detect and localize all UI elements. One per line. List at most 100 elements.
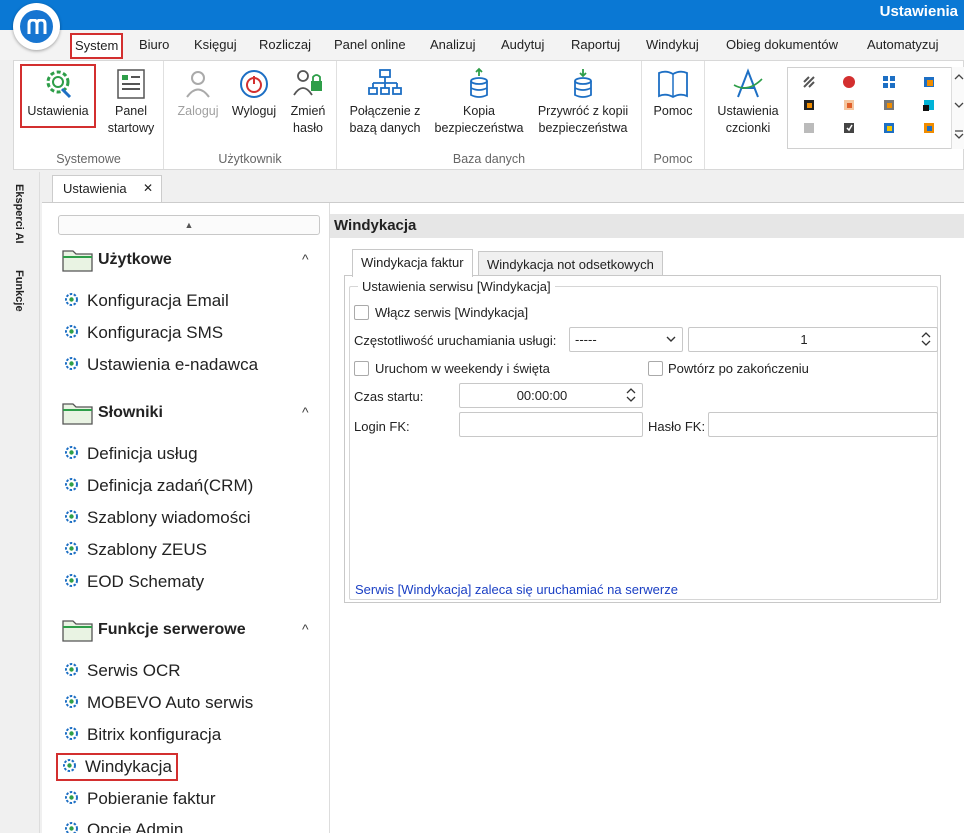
panel-title: Windykacja bbox=[330, 214, 964, 238]
nav-item-definicja-zadan[interactable]: Definicja zadań(CRM) bbox=[64, 476, 253, 496]
menu-tab-windykuj[interactable]: Windykuj bbox=[646, 37, 699, 52]
app-cyan-black-icon[interactable] bbox=[922, 98, 936, 112]
windykacja-panel: Windykacja Windykacja faktur Windykacja … bbox=[330, 203, 964, 833]
tools-icon[interactable] bbox=[802, 75, 816, 89]
nav-item-definicja-uslug[interactable]: Definicja usług bbox=[64, 444, 198, 464]
start-time-label: Czas startu: bbox=[354, 389, 424, 404]
nav-item-label: MOBEVO Auto serwis bbox=[87, 693, 254, 712]
nav-item-label: EOD Schematy bbox=[87, 572, 205, 591]
menu-tab-rozliczaj[interactable]: Rozliczaj bbox=[259, 37, 311, 52]
ribbon: Ustawienia Panel startowy Systemowe Zalo… bbox=[13, 60, 964, 170]
app-light-orange-icon[interactable] bbox=[842, 98, 856, 112]
chevron-down-icon[interactable] bbox=[954, 101, 964, 109]
panel-startowy-button[interactable]: Panel startowy bbox=[106, 67, 156, 137]
quick-icons-gallery bbox=[787, 67, 955, 149]
login-input[interactable] bbox=[459, 412, 643, 437]
service-settings-group: Ustawienia serwisu [Windykacja] Włącz se… bbox=[349, 279, 938, 600]
frequency-select[interactable]: ----- bbox=[569, 327, 683, 352]
windows-icon[interactable] bbox=[882, 75, 896, 89]
nav-item-mobevo-auto-serwis[interactable]: MOBEVO Auto serwis bbox=[64, 693, 253, 713]
ustawienia-button[interactable]: Ustawienia bbox=[20, 64, 96, 128]
funkcje-tab[interactable]: Funkcje bbox=[13, 270, 25, 312]
wyloguj-button[interactable]: Wyloguj bbox=[228, 67, 280, 120]
menu-tab-automatyzuj[interactable]: Automatyzuj bbox=[867, 37, 939, 52]
tab-windykacja-not-odsetkowych[interactable]: Windykacja not odsetkowych bbox=[478, 251, 663, 276]
kopia-bezpieczenstwa-button[interactable]: Kopia bezpieczeństwa bbox=[431, 67, 527, 137]
app-dark-icon[interactable] bbox=[842, 121, 856, 135]
nav-item-eod-schematy[interactable]: EOD Schematy bbox=[64, 572, 204, 592]
collapse-caret-icon[interactable]: ^ bbox=[302, 404, 309, 420]
enable-service-checkbox[interactable] bbox=[354, 305, 369, 320]
group-label-pomoc: Pomoc bbox=[653, 152, 693, 166]
app-grey-orange-icon[interactable] bbox=[882, 98, 896, 112]
polaczenie-button[interactable]: Połączenie z bazą danych bbox=[344, 67, 426, 137]
gallery-scroll[interactable] bbox=[951, 67, 964, 149]
pomoc-button[interactable]: Pomoc bbox=[648, 67, 698, 120]
database-connection-icon bbox=[368, 69, 402, 95]
menu-tab-audytuj[interactable]: Audytuj bbox=[501, 37, 544, 52]
tab-windykacja-faktur[interactable]: Windykacja faktur bbox=[352, 249, 473, 277]
nav-item-label: Bitrix konfiguracja bbox=[87, 725, 222, 744]
kopia-label-1: Kopia bbox=[463, 104, 495, 118]
wyloguj-label: Wyloguj bbox=[231, 104, 277, 118]
app-logo-icon[interactable] bbox=[13, 3, 60, 50]
nav-item-szablony-zeus[interactable]: Szablony ZEUS bbox=[64, 540, 207, 560]
expand-gallery-icon[interactable] bbox=[954, 129, 964, 139]
scroll-up-button[interactable]: ▲ bbox=[58, 215, 320, 235]
nav-item-szablony-wiadomosci[interactable]: Szablony wiadomości bbox=[64, 508, 250, 528]
menu-tab-system[interactable]: System bbox=[70, 33, 124, 59]
menu-tab-obieg-dokumentow[interactable]: Obieg dokumentów bbox=[726, 37, 838, 52]
help-book-icon bbox=[658, 70, 688, 99]
weekend-checkbox[interactable] bbox=[354, 361, 369, 376]
password-input[interactable] bbox=[708, 412, 938, 437]
nav-item-opcje-admin[interactable]: Opcje Admin bbox=[64, 820, 183, 833]
czcionki-label-1: Ustawienia bbox=[717, 104, 779, 118]
app-orange-blue-icon[interactable] bbox=[922, 75, 936, 89]
gear-icon bbox=[65, 791, 78, 804]
collapse-caret-icon[interactable]: ^ bbox=[302, 621, 309, 637]
spinner-icon[interactable] bbox=[921, 330, 931, 348]
password-label: Hasło FK: bbox=[648, 419, 706, 434]
chevron-up-icon[interactable] bbox=[954, 73, 964, 81]
nav-item-serwis-ocr[interactable]: Serwis OCR bbox=[64, 661, 181, 681]
nav-item-konfiguracja-email[interactable]: Konfiguracja Email bbox=[64, 291, 229, 311]
eksperci-ai-tab[interactable]: Eksperci AI bbox=[13, 184, 25, 244]
nav-item-label: Windykacja bbox=[85, 757, 172, 776]
nav-item-windykacja[interactable]: Windykacja bbox=[56, 753, 178, 781]
zmien-haslo-button[interactable]: Zmień hasło bbox=[286, 67, 330, 137]
zaloguj-button[interactable]: Zaloguj bbox=[172, 67, 224, 120]
collapse-caret-icon[interactable]: ^ bbox=[302, 251, 309, 267]
polaczenie-label-1: Połączenie z bbox=[349, 104, 421, 118]
app-red-icon[interactable] bbox=[842, 75, 856, 89]
start-time-input[interactable]: 00:00:00 bbox=[459, 383, 643, 408]
enable-service-label: Włącz serwis [Windykacja] bbox=[375, 305, 529, 320]
repeat-checkbox[interactable] bbox=[648, 361, 663, 376]
kopia-label-2: bezpieczeństwa bbox=[434, 121, 524, 135]
przywroc-button[interactable]: Przywróć z kopii bezpieczeństwa bbox=[533, 67, 633, 137]
frequency-count-stepper[interactable]: 1 bbox=[688, 327, 938, 352]
app-grey-icon[interactable] bbox=[802, 121, 816, 135]
menu-tab-ksieguj[interactable]: Księguj bbox=[194, 37, 237, 52]
close-icon[interactable]: ✕ bbox=[143, 181, 153, 195]
logout-power-icon bbox=[240, 70, 268, 98]
menu-tab-raportuj[interactable]: Raportuj bbox=[571, 37, 620, 52]
ustawienia-czcionki-button[interactable]: Ustawienia czcionki bbox=[712, 67, 784, 137]
menu-tab-panel-online[interactable]: Panel online bbox=[334, 37, 406, 52]
nav-item-ustawienia-e-nadawca[interactable]: Ustawienia e-nadawca bbox=[64, 355, 258, 375]
app-yellow-blue-icon[interactable] bbox=[882, 121, 896, 135]
menu-tab-biuro[interactable]: Biuro bbox=[139, 37, 169, 52]
app-blue-orange-icon[interactable] bbox=[922, 121, 936, 135]
app-orange-black-icon[interactable] bbox=[802, 98, 816, 112]
spinner-icon[interactable] bbox=[626, 386, 636, 404]
group-title: Ustawienia serwisu [Windykacja] bbox=[358, 279, 555, 294]
czcionki-label-2: czcionki bbox=[725, 121, 771, 135]
zmien-haslo-label-2: hasło bbox=[293, 121, 323, 135]
nav-item-bitrix-konfiguracja[interactable]: Bitrix konfiguracja bbox=[64, 725, 221, 745]
dashboard-icon bbox=[117, 69, 145, 99]
menu-tab-analizuj[interactable]: Analizuj bbox=[430, 37, 476, 52]
document-tab-ustawienia[interactable]: Ustawienia ✕ bbox=[52, 175, 162, 202]
nav-item-pobieranie-faktur[interactable]: Pobieranie faktur bbox=[64, 789, 216, 809]
nav-item-konfiguracja-sms[interactable]: Konfiguracja SMS bbox=[64, 323, 223, 343]
frequency-count-value: 1 bbox=[800, 332, 808, 347]
zmien-haslo-label-1: Zmień bbox=[290, 104, 326, 118]
